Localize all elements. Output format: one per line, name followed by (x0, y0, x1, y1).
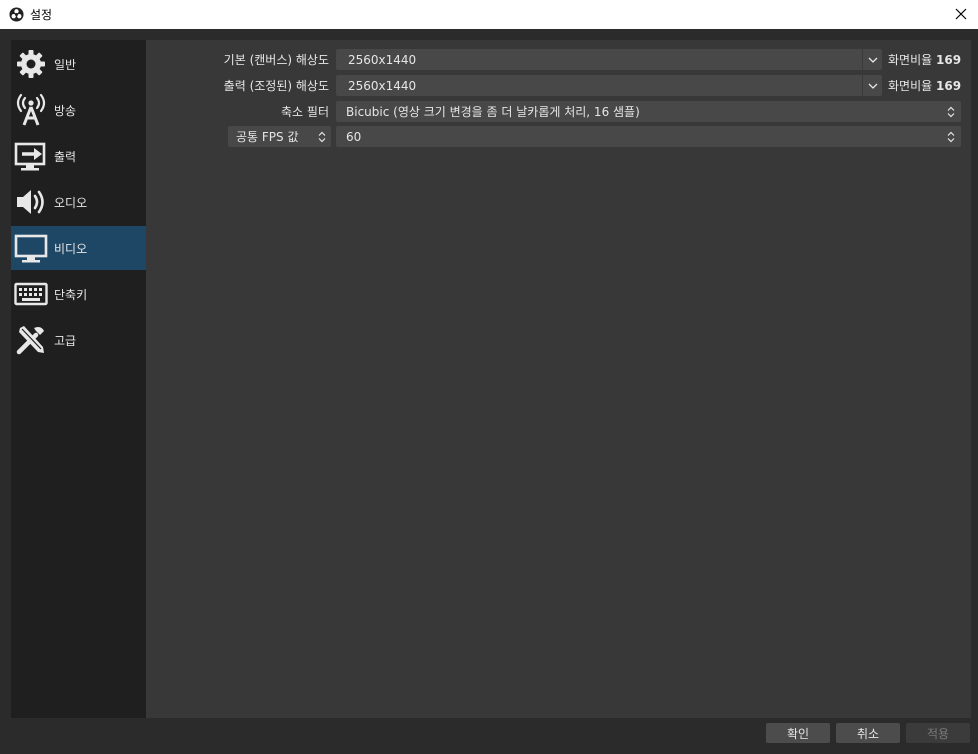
fps-value: 60 (346, 129, 362, 144)
output-arrow-icon (13, 138, 49, 174)
fps-value-select[interactable]: 60 (336, 126, 961, 147)
title-bar: 설정 (0, 0, 978, 29)
ok-button[interactable]: 확인 (766, 723, 830, 743)
close-icon[interactable] (950, 4, 972, 24)
monitor-icon (13, 230, 49, 266)
output-resolution-combo[interactable]: 2560x1440 (336, 75, 882, 96)
obs-logo-icon (8, 7, 24, 23)
sidebar-item-output[interactable]: 출력 (11, 134, 146, 178)
settings-sidebar: 일반 방송 출력 오디오 비디오 단축키 고급 (11, 40, 146, 718)
sidebar-item-label: 방송 (54, 103, 77, 118)
broadcast-tower-icon (13, 92, 49, 128)
sidebar-item-video[interactable]: 비디오 (11, 226, 146, 270)
sidebar-item-advanced[interactable]: 고급 (11, 318, 146, 362)
updown-arrows-icon (941, 126, 961, 147)
downscale-filter-select[interactable]: Bicubic (영상 크기 변경을 좀 더 날카롭게 처리, 16 샘플) (336, 101, 961, 122)
base-resolution-combo[interactable]: 2560x1440 (336, 49, 882, 70)
sidebar-item-hotkeys[interactable]: 단축키 (11, 272, 146, 316)
tools-icon (13, 322, 49, 358)
keyboard-icon (13, 276, 49, 312)
fps-type-select[interactable]: 공통 FPS 값 (228, 126, 331, 147)
apply-button[interactable]: 적용 (906, 723, 970, 743)
gear-icon (13, 46, 49, 82)
sidebar-item-general[interactable]: 일반 (11, 42, 146, 86)
sidebar-item-label: 오디오 (54, 195, 88, 210)
base-resolution-label: 기본 (캔버스) 해상도 (223, 53, 329, 67)
sidebar-item-label: 비디오 (54, 241, 88, 256)
sidebar-item-label: 일반 (54, 57, 77, 72)
video-settings-panel: 기본 (캔버스) 해상도 2560x1440 화면비율 169 출력 (조정된)… (146, 40, 971, 718)
sidebar-item-audio[interactable]: 오디오 (11, 180, 146, 224)
cancel-button[interactable]: 취소 (836, 723, 900, 743)
sidebar-item-label: 출력 (54, 149, 77, 164)
output-resolution-value: 2560x1440 (348, 78, 417, 93)
sidebar-item-label: 고급 (54, 333, 77, 348)
sidebar-item-label: 단축키 (54, 287, 88, 302)
settings-window-body: 일반 방송 출력 오디오 비디오 단축키 고급 기본 (캔버스) 해상도 256… (0, 29, 978, 754)
base-resolution-value: 2560x1440 (348, 52, 417, 67)
chevron-down-icon (862, 49, 882, 70)
sidebar-item-stream[interactable]: 방송 (11, 88, 146, 132)
updown-arrows-icon (941, 101, 961, 122)
window-title: 설정 (30, 8, 53, 22)
updown-arrows-icon (313, 126, 331, 147)
fps-type-value: 공통 FPS 값 (236, 130, 299, 144)
downscale-filter-label: 축소 필터 (281, 105, 329, 119)
speaker-icon (13, 184, 49, 220)
output-aspect-ratio: 화면비율 169 (888, 79, 962, 93)
chevron-down-icon (862, 75, 882, 96)
output-resolution-label: 출력 (조정된) 해상도 (223, 79, 329, 93)
downscale-filter-value: Bicubic (영상 크기 변경을 좀 더 날카롭게 처리, 16 샘플) (346, 105, 640, 119)
base-aspect-ratio: 화면비율 169 (888, 53, 962, 67)
